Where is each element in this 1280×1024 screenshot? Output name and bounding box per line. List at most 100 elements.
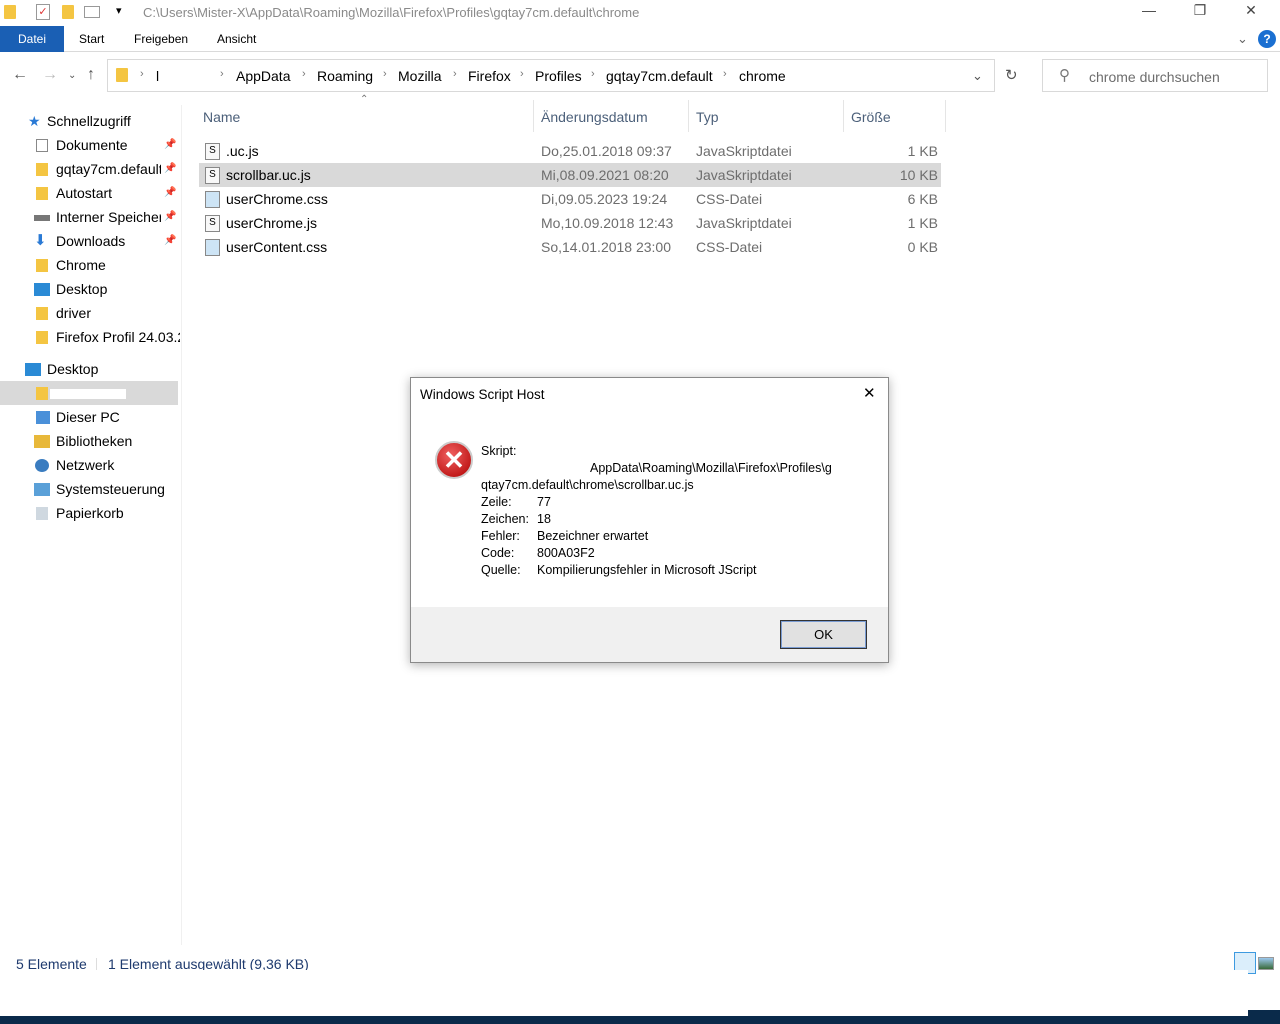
title-bar: ✓ ▾ C:\Users\Mister-X\AppData\Roaming\Mo… [0, 0, 1280, 26]
breadcrumb-appdata[interactable]: AppData [236, 68, 290, 84]
nav-interner-speicher[interactable]: Interner Speicher 📌 [0, 205, 180, 229]
field-code: Code: 800A03F2 [481, 546, 595, 560]
error-dialog: Windows Script Host ✕ ✕ Skript: AppData\… [410, 377, 889, 663]
nav-dieser-pc[interactable]: Dieser PC [0, 405, 180, 429]
field-zeichen: Zeichen: 18 [481, 512, 551, 526]
field-quelle: Quelle: Kompilierungsfehler in Microsoft … [481, 563, 757, 577]
breadcrumb-firefox[interactable]: Firefox [468, 68, 511, 84]
refresh-button[interactable]: ↻ [1005, 66, 1018, 84]
column-header-type[interactable]: Typ [696, 105, 719, 129]
search-placeholder: chrome durchsuchen [1089, 69, 1220, 85]
new-folder-icon[interactable] [62, 5, 74, 19]
help-button[interactable]: ? [1258, 30, 1276, 48]
folder-icon [4, 5, 16, 19]
folder-icon [36, 307, 48, 320]
tab-start[interactable]: Start [63, 26, 120, 52]
control-panel-icon [34, 483, 50, 496]
script-path-line1: AppData\Roaming\Mozilla\Firefox\Profiles… [590, 461, 832, 475]
nav-autostart[interactable]: Autostart 📌 [0, 181, 180, 205]
folder-icon [36, 331, 48, 344]
expand-ribbon-icon[interactable]: ⌄ [1237, 31, 1248, 47]
large-icons-view-button[interactable] [1258, 957, 1274, 970]
close-button[interactable]: ✕ [1228, 2, 1274, 24]
error-icon: ✕ [435, 441, 473, 479]
recent-locations-icon[interactable]: ⌄ [68, 70, 76, 81]
script-file-icon: S [205, 167, 220, 184]
script-file-icon: S [205, 215, 220, 232]
computer-icon [36, 411, 50, 424]
nav-netzwerk[interactable]: Netzwerk [0, 453, 180, 477]
folder-icon [116, 68, 128, 82]
nav-firefox-profil[interactable]: Firefox Profil 24.03.2 [0, 325, 180, 349]
css-file-icon [205, 239, 220, 256]
folder-icon [36, 187, 48, 200]
breadcrumb-user[interactable]: l [156, 68, 159, 84]
breadcrumb-chrome[interactable]: chrome [739, 68, 786, 84]
address-bar[interactable]: › l › AppData › Roaming › Mozilla › Fire… [107, 59, 1018, 92]
column-header-date[interactable]: Änderungsdatum [541, 105, 648, 129]
desktop-icon [34, 283, 50, 296]
file-row[interactable]: userContent.css So,14.01.2018 23:00 CSS-Da… [199, 235, 941, 259]
folder-icon [36, 163, 48, 176]
nav-gqtay7cm[interactable]: gqtay7cm.default 📌 [0, 157, 180, 181]
user-folder-icon [36, 387, 48, 400]
nav-downloads[interactable]: ⬇ Downloads 📌 [0, 229, 180, 253]
ok-button[interactable]: OK [780, 620, 867, 649]
script-label: Skript: [481, 444, 517, 458]
nav-dokumente[interactable]: Dokumente 📌 [0, 133, 180, 157]
breadcrumb-roaming[interactable]: Roaming [317, 68, 373, 84]
tab-freigeben[interactable]: Freigeben [118, 26, 204, 52]
script-path-line2: qtay7cm.default\chrome\scrollbar.uc.js [481, 478, 694, 492]
nav-chrome[interactable]: Chrome [0, 253, 180, 277]
nav-desktop-quick[interactable]: Desktop [0, 277, 180, 301]
pin-icon: 📌 [164, 235, 177, 246]
file-row-selected[interactable]: Sscrollbar.uc.js Mi,08.09.2021 08:20 JavaS… [199, 163, 941, 187]
back-button[interactable]: ← [12, 66, 28, 84]
pin-icon: 📌 [164, 211, 177, 222]
forward-button[interactable]: → [42, 66, 58, 84]
up-button[interactable]: ↑ [87, 66, 95, 84]
breadcrumb-mozilla[interactable]: Mozilla [398, 68, 442, 84]
star-icon: ★ [28, 113, 41, 129]
field-fehler: Fehler: Bezeichner erwartet [481, 529, 649, 543]
dialog-title: Windows Script Host [420, 387, 545, 402]
sort-ascending-icon: ⌃ [360, 94, 369, 105]
library-icon [34, 435, 50, 448]
ribbon: Datei Start Freigeben Ansicht ⌄ [0, 26, 1280, 52]
search-icon: ⚲ [1059, 67, 1070, 84]
column-header-name[interactable]: Name [203, 105, 240, 129]
search-input[interactable]: ⚲ chrome durchsuchen [1042, 59, 1268, 92]
field-zeile: Zeile: 77 [481, 495, 551, 509]
nav-systemsteuerung[interactable]: Systemsteuerung [0, 477, 180, 501]
tab-ansicht[interactable]: Ansicht [201, 26, 272, 52]
customize-qa-icon[interactable]: ▾ [116, 4, 122, 17]
document-icon [36, 139, 48, 152]
view-icon[interactable] [84, 6, 100, 18]
pin-icon: 📌 [164, 187, 177, 198]
nav-papierkorb[interactable]: Papierkorb [0, 501, 180, 525]
css-file-icon [205, 191, 220, 208]
drive-icon [34, 215, 50, 221]
pin-icon: 📌 [164, 163, 177, 174]
file-row[interactable]: userChrome.css Di,09.05.2023 19:24 CSS-Dat… [199, 187, 941, 211]
nav-user-folder[interactable] [0, 381, 178, 405]
minimize-button[interactable]: — [1126, 2, 1172, 24]
maximize-button[interactable]: ❐ [1177, 2, 1223, 24]
pin-icon: 📌 [164, 139, 177, 150]
address-dropdown-icon[interactable]: ⌄ [972, 68, 983, 84]
window-title: C:\Users\Mister-X\AppData\Roaming\Mozill… [143, 5, 640, 20]
nav-quick-access[interactable]: ★ Schnellzugriff [0, 109, 180, 133]
nav-driver[interactable]: driver [0, 301, 180, 325]
breadcrumb-profile[interactable]: gqtay7cm.default [606, 68, 713, 84]
nav-bibliotheken[interactable]: Bibliotheken [0, 429, 180, 453]
file-row[interactable]: SuserChrome.js Mo,10.09.2018 12:43 JavaSkr… [199, 211, 941, 235]
tab-datei[interactable]: Datei [0, 26, 64, 52]
column-header-size[interactable]: Größe [851, 105, 891, 129]
nav-desktop[interactable]: Desktop [0, 357, 180, 381]
dialog-close-button[interactable]: ✕ [863, 384, 876, 402]
properties-icon[interactable]: ✓ [36, 4, 50, 20]
script-file-icon: S [205, 143, 220, 160]
breadcrumb-profiles[interactable]: Profiles [535, 68, 582, 84]
file-row[interactable]: S .uc.js Do,25.01.2018 09:37 JavaSkriptdate… [199, 139, 941, 163]
desktop-icon [25, 363, 41, 376]
